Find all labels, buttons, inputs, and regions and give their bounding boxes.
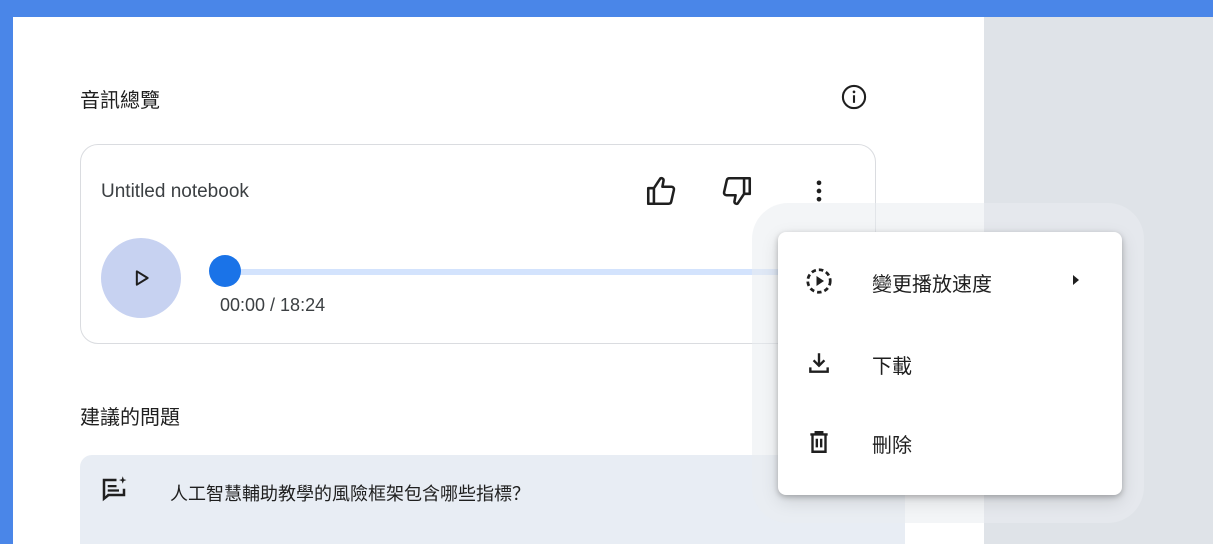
playback-time: 00:00 / 18:24 xyxy=(220,295,326,315)
play-button[interactable] xyxy=(101,238,181,318)
more-vert-icon xyxy=(816,180,822,202)
submenu-arrow-icon xyxy=(1073,275,1079,285)
menu-item-playback-speed[interactable]: 變更播放速度 xyxy=(778,248,1122,314)
menu-item-label: 刪除 xyxy=(872,433,912,457)
progress-thumb[interactable] xyxy=(209,255,241,287)
window-frame-left xyxy=(0,0,13,544)
info-icon xyxy=(841,84,867,110)
question-icon-wrapper xyxy=(96,472,132,508)
question-text: 人工智慧輔助教學的風險框架包含哪些指標？ xyxy=(170,484,530,505)
add-comment-icon xyxy=(102,476,127,502)
suggested-questions-title: 建議的問題 xyxy=(80,405,180,429)
window-frame-top xyxy=(0,0,1213,17)
download-icon xyxy=(809,353,829,373)
menu-item-download[interactable]: 下載 xyxy=(778,330,1122,396)
thumbs-up-icon xyxy=(646,176,676,206)
thumbs-down-icon xyxy=(722,176,752,206)
options-menu: 變更播放速度 下載 刪除 xyxy=(778,232,1122,495)
thumbs-down-button[interactable] xyxy=(715,169,759,213)
info-button[interactable] xyxy=(836,79,872,115)
menu-icon-wrapper xyxy=(804,348,834,378)
thumbs-up-button[interactable] xyxy=(639,169,683,213)
playback-speed-icon xyxy=(806,268,832,294)
notebook-title: Untitled notebook xyxy=(101,181,249,202)
audio-overview-title: 音訊總覽 xyxy=(80,88,160,112)
menu-item-label: 下載 xyxy=(872,354,912,378)
menu-item-label: 變更播放速度 xyxy=(872,272,992,296)
play-icon xyxy=(135,270,149,286)
delete-icon xyxy=(810,431,828,453)
menu-icon-wrapper xyxy=(804,266,834,296)
menu-item-delete[interactable]: 刪除 xyxy=(778,409,1122,475)
progress-track[interactable] xyxy=(229,269,789,275)
menu-icon-wrapper xyxy=(804,427,834,457)
